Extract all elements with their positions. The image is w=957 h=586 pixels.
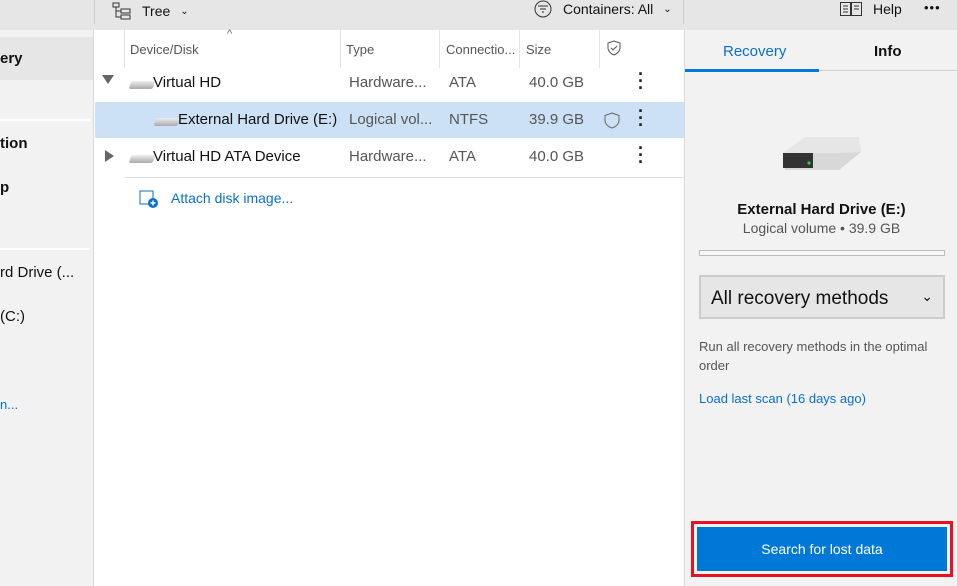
help-label: Help [873, 1, 902, 17]
divider [0, 248, 90, 250]
row-menu-icon[interactable]: · · · [638, 65, 644, 97]
usage-bar [699, 250, 945, 256]
tab-recovery[interactable]: Recovery [723, 43, 786, 60]
more-options-button[interactable]: ••• [924, 0, 941, 15]
divider [819, 70, 957, 71]
column-header-type[interactable]: Type [346, 42, 374, 57]
table-row[interactable]: External Hard Drive (E:) Logical vol... … [95, 102, 684, 138]
device-size: 40.0 GB [529, 148, 585, 165]
chevron-down-icon: ⌄ [921, 288, 933, 304]
hard-drive-icon [128, 155, 156, 163]
recovery-panel: Recovery Info External Hard Drive (E:) L… [684, 30, 957, 586]
sidebar-item-external-drive[interactable]: rd Drive (... [0, 264, 93, 281]
row-menu-icon[interactable]: · · · [638, 102, 644, 134]
table-row[interactable]: Virtual HD Hardware... ATA 40.0 GB · · · [95, 65, 684, 101]
column-header-device[interactable]: Device/Disk [130, 42, 199, 57]
sidebar-item-label: ery [0, 50, 23, 67]
device-size: 40.0 GB [529, 74, 585, 91]
toolbar: Tree ⌄ Containers: All ⌄ Help ••• [0, 0, 957, 30]
device-connection: ATA [449, 74, 476, 91]
device-name: Virtual HD [153, 74, 222, 91]
filter-icon [534, 0, 552, 18]
divider [94, 0, 95, 24]
sort-ascending-icon: ^ [227, 28, 233, 40]
device-size: 39.9 GB [529, 111, 585, 128]
tree-icon [112, 2, 131, 20]
attach-disk-label: Attach disk image... [171, 190, 294, 206]
divider [683, 0, 684, 24]
device-name: Virtual HD ATA Device [153, 148, 301, 165]
expand-arrow-icon[interactable] [105, 150, 114, 162]
method-description: Run all recovery methods in the optimal … [699, 339, 928, 373]
collapse-arrow-icon[interactable] [102, 75, 114, 84]
divider [125, 177, 684, 178]
search-for-lost-data-button[interactable]: Search for lost data [697, 527, 947, 571]
device-type: Logical vol... [349, 111, 433, 128]
recovery-method-select[interactable]: All recovery methods ⌄ [699, 275, 945, 319]
recovery-method-value: All recovery methods [711, 288, 889, 309]
hard-drive-icon [128, 81, 156, 89]
sidebar: ery tion p rd Drive (... (C:) n... [0, 30, 94, 586]
sidebar-item-label: (C:) [0, 308, 25, 325]
attach-disk-image-link[interactable]: Attach disk image... [139, 188, 293, 208]
shield-check-icon [607, 40, 621, 56]
device-name: External Hard Drive (E:) [178, 111, 338, 128]
divider [0, 119, 90, 121]
column-header-size[interactable]: Size [526, 42, 551, 57]
tab-info[interactable]: Info [874, 43, 902, 60]
sidebar-item-label: n... [0, 397, 19, 412]
table-row[interactable]: Virtual HD ATA Device Hardware... ATA 40… [95, 139, 684, 175]
attach-disk-icon [139, 190, 158, 208]
book-icon [840, 2, 862, 16]
sidebar-item-label: rd Drive (... [0, 264, 75, 281]
disk-table: ^ Device/Disk Type Connectio... Size Vir… [95, 28, 684, 586]
drive-details: Logical volume • 39.9 GB [742, 220, 901, 236]
help-button[interactable]: Help [840, 0, 902, 18]
view-mode-label: Tree [142, 3, 171, 19]
sidebar-item-label: tion [0, 135, 28, 152]
device-connection: ATA [449, 148, 476, 165]
active-tab-indicator [685, 69, 819, 72]
sidebar-item-backup[interactable]: p [0, 179, 93, 196]
sidebar-link[interactable]: n... [0, 397, 93, 412]
column-header-connection[interactable]: Connectio... [446, 42, 515, 57]
device-type: Hardware... [349, 148, 427, 165]
hard-drive-icon [783, 137, 861, 170]
shield-icon[interactable] [604, 112, 620, 129]
row-menu-icon[interactable]: · · · [638, 139, 644, 171]
containers-filter-label: Containers: All [563, 1, 654, 17]
load-last-scan-link[interactable]: Load last scan (16 days ago) [699, 391, 866, 406]
containers-filter-dropdown[interactable]: Containers: All ⌄ [533, 0, 672, 18]
view-mode-dropdown[interactable]: Tree ⌄ [112, 0, 189, 22]
chevron-down-icon: ⌄ [180, 5, 189, 17]
sidebar-item-label: p [0, 179, 10, 196]
chevron-down-icon: ⌄ [663, 3, 672, 15]
sidebar-item-local-disk[interactable]: (C:) [0, 308, 93, 325]
device-type: Hardware... [349, 74, 427, 91]
device-connection: NTFS [449, 111, 489, 128]
hard-drive-icon [153, 118, 181, 126]
sidebar-item-protection[interactable]: tion [0, 135, 93, 152]
drive-name: External Hard Drive (E:) [737, 201, 906, 218]
sidebar-item-recovery[interactable]: ery [0, 37, 93, 80]
